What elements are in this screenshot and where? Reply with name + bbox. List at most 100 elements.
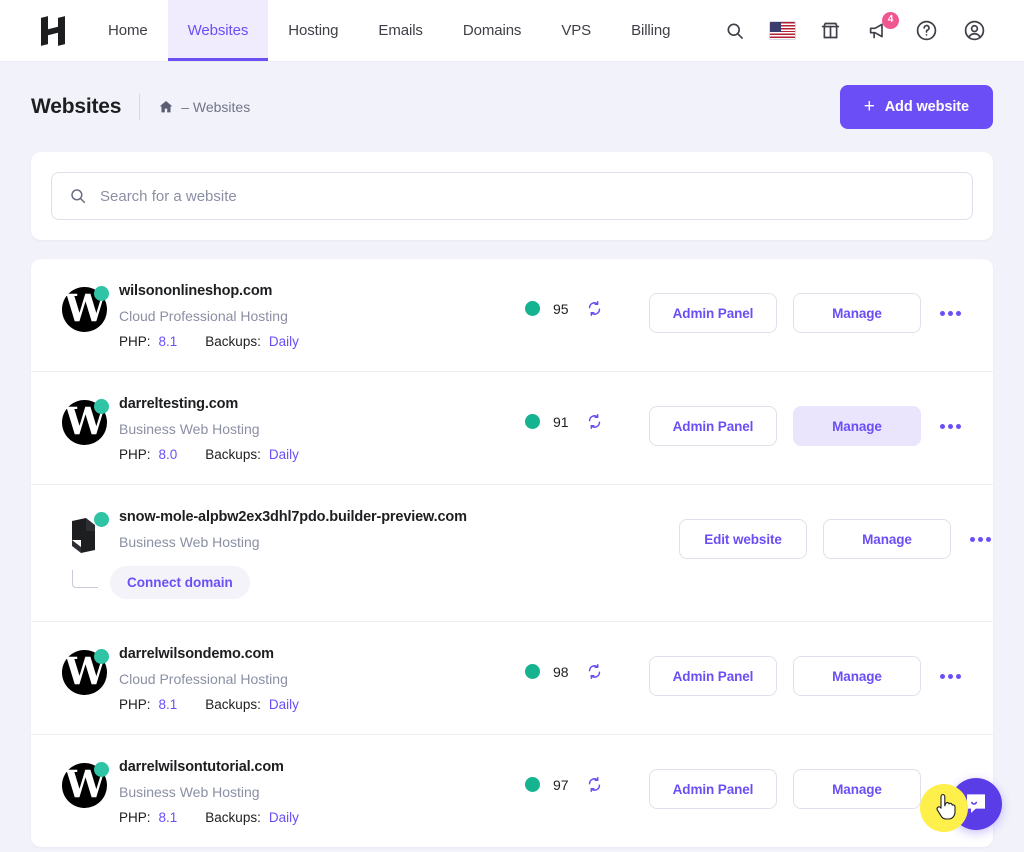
refresh-icon[interactable] <box>586 413 603 430</box>
table-row[interactable]: W darrelwilsondemo.com Cloud Professiona… <box>31 622 993 735</box>
site-meta: PHP: 8.1 Backups: Daily <box>119 334 509 349</box>
header-divider <box>139 94 141 120</box>
breadcrumb: – Websites <box>158 99 250 115</box>
site-meta: PHP: 8.1 Backups: Daily <box>119 810 509 825</box>
site-name[interactable]: darreltesting.com <box>119 396 509 412</box>
php-label: PHP: <box>119 447 151 462</box>
manage-button[interactable]: Manage <box>793 656 921 696</box>
site-icon: W <box>62 649 109 695</box>
nav-item-domains[interactable]: Domains <box>443 0 542 61</box>
nav-right-icons: 4 <box>721 0 1024 61</box>
row-actions: Admin Panel Manage <box>649 406 963 446</box>
manage-button[interactable]: Manage <box>823 519 951 559</box>
site-score: 97 <box>525 776 645 793</box>
status-badge-icon <box>94 649 109 664</box>
site-meta: PHP: 8.1 Backups: Daily <box>119 697 509 712</box>
status-badge-icon <box>94 286 109 301</box>
more-options-icon[interactable] <box>937 663 963 689</box>
backups-value[interactable]: Daily <box>269 447 299 462</box>
search-box[interactable] <box>51 172 973 220</box>
site-name[interactable]: darrelwilsontutorial.com <box>119 759 509 775</box>
more-options-icon[interactable] <box>937 413 963 439</box>
site-icon: W <box>62 399 109 445</box>
more-options-icon[interactable] <box>967 526 993 552</box>
site-info: darrelwilsondemo.com Cloud Professional … <box>119 644 509 712</box>
search-input[interactable] <box>100 187 955 205</box>
status-badge-icon <box>94 762 109 777</box>
admin-panel-button[interactable]: Admin Panel <box>649 769 777 809</box>
nav-item-emails-label: Emails <box>378 22 423 39</box>
marketplace-icon[interactable] <box>816 17 844 45</box>
site-plan: Business Web Hosting <box>119 534 260 550</box>
row-actions: Edit website Manage <box>679 519 993 559</box>
admin-panel-button[interactable]: Admin Panel <box>649 293 777 333</box>
edit-website-button[interactable]: Edit website <box>679 519 807 559</box>
backups-label: Backups: <box>205 810 261 825</box>
backups-value[interactable]: Daily <box>269 810 299 825</box>
score-value: 95 <box>553 300 569 317</box>
php-label: PHP: <box>119 810 151 825</box>
status-badge-icon <box>94 399 109 414</box>
site-info: snow-mole-alpbw2ex3dhl7pdo.builder-previ… <box>72 507 679 599</box>
announcements-icon[interactable]: 4 <box>864 11 899 45</box>
php-value[interactable]: 8.1 <box>159 697 178 712</box>
backups-label: Backups: <box>205 697 261 712</box>
search-card <box>31 152 993 240</box>
hostinger-logo[interactable] <box>0 0 88 61</box>
backups-value[interactable]: Daily <box>269 697 299 712</box>
plus-icon: + <box>863 95 875 117</box>
table-row[interactable]: W wilsononlineshop.com Cloud Professiona… <box>31 259 993 372</box>
refresh-icon[interactable] <box>586 663 603 680</box>
breadcrumb-current[interactable]: – Websites <box>181 99 250 115</box>
refresh-icon[interactable] <box>586 300 603 317</box>
score-value: 91 <box>553 413 569 430</box>
site-name[interactable]: wilsononlineshop.com <box>119 283 509 299</box>
site-name[interactable]: snow-mole-alpbw2ex3dhl7pdo.builder-previ… <box>119 509 679 525</box>
nav-item-home[interactable]: Home <box>88 0 168 61</box>
help-icon[interactable] <box>912 17 940 45</box>
nav-item-vps-label: VPS <box>561 22 592 39</box>
tree-connector-icon <box>72 569 98 588</box>
search-icon[interactable] <box>721 17 749 45</box>
status-badge-icon <box>94 512 109 527</box>
table-row[interactable]: W darreltesting.com Business Web Hosting… <box>31 372 993 832</box>
nav-item-hosting[interactable]: Hosting <box>268 0 358 61</box>
site-info: darrelwilsontutorial.com Business Web Ho… <box>119 757 509 825</box>
home-icon[interactable] <box>158 99 174 115</box>
add-website-button[interactable]: + Add website <box>839 85 993 129</box>
manage-button[interactable]: Manage <box>793 293 921 333</box>
php-value[interactable]: 8.1 <box>159 334 178 349</box>
manage-button[interactable]: Manage <box>793 769 921 809</box>
site-score: 98 <box>525 663 645 680</box>
table-row[interactable]: snow-mole-alpbw2ex3dhl7pdo.builder-previ… <box>31 485 993 622</box>
nav-item-vps[interactable]: VPS <box>541 0 611 61</box>
site-name[interactable]: darrelwilsondemo.com <box>119 646 509 662</box>
refresh-icon[interactable] <box>586 776 603 793</box>
nav-item-emails[interactable]: Emails <box>358 0 442 61</box>
nav-item-billing[interactable]: Billing <box>611 0 690 61</box>
top-navigation-bar: Home Websites Hosting Emails Domains VPS… <box>0 0 1024 62</box>
table-row[interactable]: W darrelwilsontutorial.com Business Web … <box>31 735 993 847</box>
php-label: PHP: <box>119 334 151 349</box>
site-score: 91 <box>525 413 645 430</box>
connect-domain-button[interactable]: Connect domain <box>110 566 250 599</box>
nav-item-websites[interactable]: Websites <box>167 0 269 61</box>
manage-button[interactable]: Manage <box>793 406 921 446</box>
admin-panel-button[interactable]: Admin Panel <box>649 406 777 446</box>
row-actions: Admin Panel Manage <box>649 656 963 696</box>
admin-panel-button[interactable]: Admin Panel <box>649 656 777 696</box>
websites-list: W wilsononlineshop.com Cloud Professiona… <box>31 259 993 847</box>
page-header: Websites – Websites + Add website <box>31 62 993 152</box>
site-info: darreltesting.com Business Web Hosting P… <box>119 394 509 462</box>
page-title: Websites <box>31 95 122 118</box>
account-icon[interactable] <box>960 17 988 45</box>
more-options-icon[interactable] <box>937 300 963 326</box>
backups-value[interactable]: Daily <box>269 334 299 349</box>
cursor-highlight <box>920 784 968 832</box>
flag-us-icon[interactable] <box>769 21 796 40</box>
site-plan: Business Web Hosting <box>119 784 260 800</box>
hostinger-logo-icon <box>40 15 66 46</box>
php-value[interactable]: 8.0 <box>159 447 178 462</box>
php-value[interactable]: 8.1 <box>159 810 178 825</box>
notification-badge: 4 <box>882 11 899 29</box>
